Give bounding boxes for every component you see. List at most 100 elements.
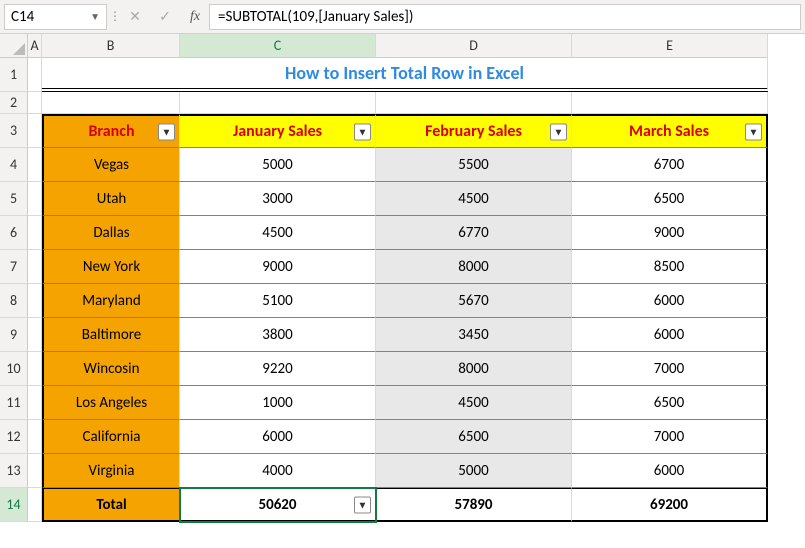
cell-A4[interactable] — [28, 148, 42, 182]
table-header-feb[interactable]: February Sales ▼ — [376, 114, 572, 148]
row-header-12[interactable]: 12 — [0, 420, 28, 454]
col-header-E[interactable]: E — [572, 34, 768, 58]
cell-jan[interactable]: 1000 — [180, 386, 376, 420]
row-header-14[interactable]: 14 — [0, 488, 28, 522]
fx-icon[interactable]: fx — [181, 4, 209, 30]
cell-A14[interactable] — [28, 488, 42, 522]
row-header-8[interactable]: 8 — [0, 284, 28, 318]
row-header-1[interactable]: 1 — [0, 58, 28, 92]
cell-feb[interactable]: 4500 — [376, 182, 572, 216]
col-header-B[interactable]: B — [42, 34, 180, 58]
cell-jan[interactable]: 4500 — [180, 216, 376, 250]
filter-button-jan[interactable]: ▼ — [354, 123, 371, 140]
cell-branch[interactable]: Dallas — [42, 216, 180, 250]
cell-A1[interactable] — [28, 58, 42, 92]
cancel-icon[interactable]: ✕ — [121, 4, 149, 30]
col-header-A[interactable]: A — [28, 34, 42, 58]
cell-A12[interactable] — [28, 420, 42, 454]
cell-mar[interactable]: 6000 — [572, 284, 768, 318]
cell-A7[interactable] — [28, 250, 42, 284]
cell-jan[interactable]: 3800 — [180, 318, 376, 352]
total-dropdown-jan[interactable]: ▼ — [354, 496, 371, 513]
cell-branch[interactable]: Los Angeles — [42, 386, 180, 420]
cell-branch[interactable]: Wincosin — [42, 352, 180, 386]
row-header-2[interactable]: 2 — [0, 92, 28, 114]
cell-mar[interactable]: 6000 — [572, 318, 768, 352]
row-header-3[interactable]: 3 — [0, 114, 28, 148]
col-header-C[interactable]: C — [180, 34, 376, 58]
cell-E2[interactable] — [572, 92, 768, 114]
cell-mar[interactable]: 7000 — [572, 420, 768, 454]
select-all-corner[interactable] — [0, 34, 28, 58]
table-header-branch[interactable]: Branch ▼ — [42, 114, 180, 148]
cell-A3[interactable] — [28, 114, 42, 148]
cell-B2[interactable] — [42, 92, 180, 114]
cell-feb[interactable]: 5670 — [376, 284, 572, 318]
col-header-D[interactable]: D — [376, 34, 572, 58]
row-header-10[interactable]: 10 — [0, 352, 28, 386]
cell-branch[interactable]: Virginia — [42, 454, 180, 488]
title-cell[interactable]: How to Insert Total Row in Excel — [42, 58, 768, 92]
cell-branch[interactable]: Maryland — [42, 284, 180, 318]
cell-jan[interactable]: 3000 — [180, 182, 376, 216]
cell-A6[interactable] — [28, 216, 42, 250]
cell-feb[interactable]: 5000 — [376, 454, 572, 488]
cell-feb[interactable]: 4500 — [376, 386, 572, 420]
cell-A11[interactable] — [28, 386, 42, 420]
cell-mar[interactable]: 6500 — [572, 386, 768, 420]
cell-branch[interactable]: Baltimore — [42, 318, 180, 352]
filter-button-branch[interactable]: ▼ — [158, 123, 175, 140]
name-box[interactable]: C14 ▼ — [4, 4, 107, 30]
filter-button-feb[interactable]: ▼ — [550, 123, 567, 140]
cell-mar[interactable]: 9000 — [572, 216, 768, 250]
row-header-13[interactable]: 13 — [0, 454, 28, 488]
enter-icon[interactable]: ✓ — [151, 4, 179, 30]
cell-feb[interactable]: 6500 — [376, 420, 572, 454]
table-header-mar[interactable]: March Sales ▼ — [572, 114, 768, 148]
table-header-jan[interactable]: January Sales ▼ — [180, 114, 376, 148]
cell-feb[interactable]: 8000 — [376, 352, 572, 386]
table-header-branch-label: Branch — [88, 122, 134, 141]
row-header-7[interactable]: 7 — [0, 250, 28, 284]
formula-input[interactable]: =SUBTOTAL(109,[January Sales]) — [209, 4, 801, 30]
cell-A9[interactable] — [28, 318, 42, 352]
cell-jan[interactable]: 9000 — [180, 250, 376, 284]
total-mar-cell[interactable]: 69200 — [572, 488, 768, 522]
cell-branch[interactable]: Vegas — [42, 148, 180, 182]
cell-feb[interactable]: 5500 — [376, 148, 572, 182]
cell-jan[interactable]: 9220 — [180, 352, 376, 386]
total-jan-cell[interactable]: 50620▼ — [180, 488, 376, 522]
cell-jan[interactable]: 5000 — [180, 148, 376, 182]
cell-jan[interactable]: 5100 — [180, 284, 376, 318]
cell-mar[interactable]: 6500 — [572, 182, 768, 216]
row-header-11[interactable]: 11 — [0, 386, 28, 420]
cell-feb[interactable]: 8000 — [376, 250, 572, 284]
cell-jan[interactable]: 6000 — [180, 420, 376, 454]
cell-D2[interactable] — [376, 92, 572, 114]
filter-button-mar[interactable]: ▼ — [745, 123, 762, 140]
cell-A8[interactable] — [28, 284, 42, 318]
row-header-6[interactable]: 6 — [0, 216, 28, 250]
cell-A5[interactable] — [28, 182, 42, 216]
cell-C2[interactable] — [180, 92, 376, 114]
cell-A13[interactable] — [28, 454, 42, 488]
row-header-9[interactable]: 9 — [0, 318, 28, 352]
cell-branch[interactable]: California — [42, 420, 180, 454]
total-feb-cell[interactable]: 57890 — [376, 488, 572, 522]
cell-mar[interactable]: 6700 — [572, 148, 768, 182]
row-header-5[interactable]: 5 — [0, 182, 28, 216]
cell-branch[interactable]: New York — [42, 250, 180, 284]
row-header-4[interactable]: 4 — [0, 148, 28, 182]
cell-A2[interactable] — [28, 92, 42, 114]
cell-mar[interactable]: 7000 — [572, 352, 768, 386]
cell-mar[interactable]: 8500 — [572, 250, 768, 284]
cell-branch[interactable]: Utah — [42, 182, 180, 216]
cell-A10[interactable] — [28, 352, 42, 386]
total-label-cell[interactable]: Total — [42, 488, 180, 522]
cell-feb[interactable]: 3450 — [376, 318, 572, 352]
formula-bar-separator: ⋮ — [111, 4, 119, 30]
chevron-down-icon[interactable]: ▼ — [90, 10, 100, 23]
cell-jan[interactable]: 4000 — [180, 454, 376, 488]
cell-feb[interactable]: 6770 — [376, 216, 572, 250]
cell-mar[interactable]: 6000 — [572, 454, 768, 488]
